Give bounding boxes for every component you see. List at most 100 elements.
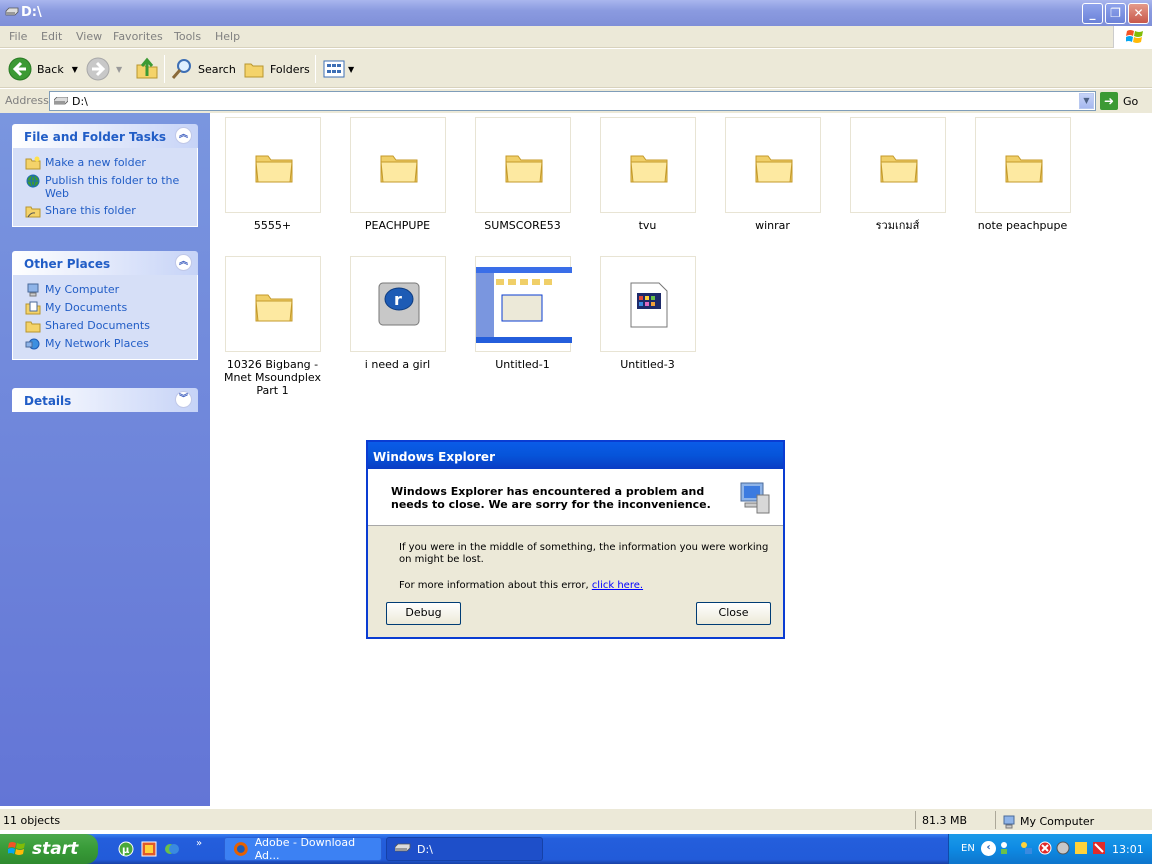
debug-button[interactable]: Debug: [386, 602, 461, 625]
restore-button[interactable]: ❐: [1105, 3, 1126, 24]
file-folder-tasks-header[interactable]: File and Folder Tasks ︽: [12, 124, 198, 148]
item-label: PEACHPUPE: [364, 219, 431, 232]
go-arrow-icon: ➜: [1100, 92, 1118, 110]
drive-icon: [54, 97, 68, 105]
address-dropdown-button[interactable]: ▼: [1079, 93, 1094, 109]
collapse-icon[interactable]: ︽: [175, 254, 192, 271]
tray-expand-icon[interactable]: ‹: [981, 841, 996, 856]
folder-item[interactable]: รวมเกมส์: [835, 117, 960, 232]
back-button[interactable]: Back ▼: [8, 54, 78, 84]
forward-button[interactable]: ▼: [86, 54, 122, 84]
item-label: Untitled-3: [620, 358, 675, 371]
back-dropdown-icon[interactable]: ▼: [72, 65, 78, 74]
task-make-new-folder[interactable]: Make a new folder: [13, 154, 197, 172]
file-item[interactable]: r i need a girl: [335, 256, 460, 371]
click-here-link[interactable]: click here.: [592, 580, 643, 591]
up-folder-button[interactable]: [135, 54, 159, 84]
back-label: Back: [37, 62, 64, 76]
file-item[interactable]: Untitled-1: [460, 256, 585, 371]
item-label: 10326 Bigbang - Mnet Msoundplex Part 1: [223, 358, 322, 397]
menu-tools[interactable]: Tools: [174, 30, 201, 43]
item-label: winrar: [755, 219, 790, 232]
my-documents-icon: [25, 301, 41, 315]
minimize-button[interactable]: _: [1082, 3, 1103, 24]
task-publish-folder[interactable]: Publish this folder to the Web: [13, 172, 197, 202]
messenger-icon[interactable]: [164, 841, 180, 857]
folders-icon: [244, 63, 264, 78]
close-window-button[interactable]: ✕: [1128, 3, 1149, 24]
folder-icon: [379, 155, 418, 183]
menu-favorites[interactable]: Favorites: [113, 30, 163, 43]
forward-dropdown-icon: ▼: [116, 64, 123, 74]
address-field[interactable]: D:\ ▼: [49, 91, 1096, 111]
folder-item[interactable]: SUMSCORE53: [460, 117, 585, 232]
file-folder-tasks-panel: File and Folder Tasks ︽ Make a new folde…: [12, 124, 198, 227]
folder-icon: [629, 155, 668, 183]
network-places-icon: [25, 338, 40, 350]
folder-icon: [754, 155, 793, 183]
item-label: SUMSCORE53: [484, 219, 561, 232]
collapse-icon[interactable]: ︽: [175, 127, 192, 144]
folder-item[interactable]: note peachpupe: [960, 117, 1085, 232]
firefox-icon: [233, 842, 248, 856]
search-label: Search: [198, 62, 236, 76]
folder-item[interactable]: winrar: [710, 117, 835, 232]
folder-item[interactable]: PEACHPUPE: [335, 117, 460, 232]
file-folder-tasks-title: File and Folder Tasks: [24, 130, 167, 144]
dialog-close-button[interactable]: Close: [696, 602, 771, 625]
views-icon: [323, 60, 345, 78]
folders-button[interactable]: Folders: [243, 54, 310, 84]
tray-app-icon[interactable]: [1074, 841, 1088, 855]
toolbar: Back ▼ ▼ Search Folders ▼: [0, 49, 1152, 88]
taskbar-button-adobe[interactable]: Adobe - Download Ad...: [224, 836, 382, 862]
status-location: My Computer: [995, 811, 1152, 829]
views-button[interactable]: ▼: [322, 54, 354, 84]
tray-people-icon[interactable]: [999, 841, 1013, 855]
other-places-title: Other Places: [24, 257, 111, 271]
taskbar-button-explorer[interactable]: D:\: [386, 837, 543, 861]
details-header[interactable]: Details ︾: [12, 388, 198, 412]
tray-sound-icon[interactable]: [1056, 841, 1070, 855]
menu-view[interactable]: View: [76, 30, 102, 43]
start-button[interactable]: start: [0, 834, 98, 864]
menu-help[interactable]: Help: [215, 30, 240, 43]
tray-antivirus-icon[interactable]: [1038, 841, 1052, 855]
expand-icon[interactable]: ︾: [175, 391, 192, 408]
menu-file[interactable]: File: [9, 30, 27, 43]
search-icon: [171, 59, 191, 79]
language-indicator[interactable]: EN: [961, 843, 975, 854]
file-item[interactable]: Untitled-3: [585, 256, 710, 371]
folder-item[interactable]: 5555+: [210, 117, 335, 232]
place-my-network-places[interactable]: My Network Places: [13, 335, 197, 353]
place-my-computer[interactable]: My Computer: [13, 281, 197, 299]
globe-icon: [26, 174, 40, 188]
details-panel: Details ︾: [12, 388, 198, 412]
back-arrow-icon: [8, 57, 32, 81]
folder-item[interactable]: tvu: [585, 117, 710, 232]
quicklaunch-expand-icon[interactable]: »: [196, 838, 202, 849]
status-bar: 11 objects 81.3 MB My Computer: [0, 808, 1152, 830]
item-label: รวมเกมส์: [875, 219, 920, 232]
realplayer-icon: r: [378, 282, 419, 326]
other-places-header[interactable]: Other Places ︽: [12, 251, 198, 275]
clock[interactable]: 13:01: [1112, 843, 1144, 856]
share-folder-icon: [25, 206, 41, 218]
tray-network-icon[interactable]: [1019, 841, 1033, 855]
folder-icon: [254, 294, 293, 322]
folder-item[interactable]: 10326 Bigbang - Mnet Msoundplex Part 1: [210, 256, 335, 397]
error-dialog: Windows Explorer Windows Explorer has en…: [366, 440, 785, 639]
go-button[interactable]: ➜ Go: [1100, 92, 1138, 110]
start-label: start: [32, 839, 79, 859]
app-quicklaunch-icon[interactable]: [141, 841, 157, 857]
task-share-folder[interactable]: Share this folder: [13, 202, 197, 220]
search-button[interactable]: Search: [170, 54, 236, 84]
dialog-more-info: For more information about this error, c…: [399, 580, 644, 591]
utorrent-icon[interactable]: µ: [118, 841, 134, 857]
place-shared-documents[interactable]: Shared Documents: [13, 317, 197, 335]
place-my-documents[interactable]: My Documents: [13, 299, 197, 317]
tray-security-icon[interactable]: [1092, 841, 1106, 855]
windows-logo: [1113, 26, 1152, 48]
menu-bar: File Edit View Favorites Tools Help: [0, 26, 1152, 48]
menu-edit[interactable]: Edit: [41, 30, 62, 43]
title-bar: D:\ _ ❐ ✕: [0, 0, 1152, 26]
